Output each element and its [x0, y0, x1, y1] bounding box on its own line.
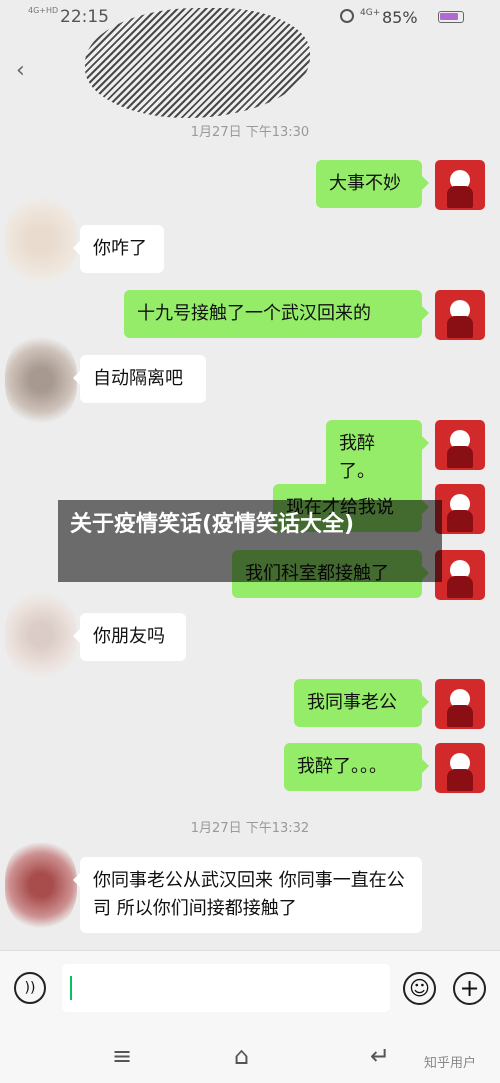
emoji-icon[interactable]: ☺	[403, 972, 436, 1005]
voice-icon[interactable]: ))	[14, 972, 46, 1004]
timestamp: 1月27日 下午13:30	[190, 125, 310, 140]
contact-avatar[interactable]	[5, 590, 77, 680]
my-avatar[interactable]	[435, 484, 485, 534]
return-icon[interactable]: ↵	[370, 1042, 390, 1070]
my-avatar[interactable]	[435, 420, 485, 470]
my-avatar[interactable]	[435, 679, 485, 729]
my-avatar[interactable]	[435, 550, 485, 600]
battery-percentage: 85%	[382, 8, 418, 27]
network-indicator-right: 4G+	[360, 8, 381, 18]
my-avatar[interactable]	[435, 290, 485, 340]
message-bubble-sent[interactable]: 我醉了。。。	[284, 743, 429, 791]
message-bubble-sent[interactable]: 我同事老公	[294, 679, 429, 727]
alarm-icon	[340, 9, 354, 23]
article-title: 关于疫情笑话(疫情笑话大全)	[70, 512, 355, 537]
message-bubble-sent[interactable]: 大事不妙	[316, 160, 429, 208]
message-bubble-received[interactable]: 你朋友吗	[73, 613, 186, 661]
timestamp: 1月27日 下午13:32	[190, 821, 310, 836]
message-bubble-received[interactable]: 你咋了	[73, 225, 164, 273]
battery-icon	[438, 11, 464, 23]
message-bubble-sent[interactable]: 十九号接触了一个武汉回来的	[124, 290, 429, 338]
text-cursor	[70, 976, 72, 1000]
my-avatar[interactable]	[435, 743, 485, 793]
message-bubble-received[interactable]: 你同事老公从武汉回来 你同事一直在公司 所以你们间接都接触了	[73, 857, 422, 933]
menu-icon[interactable]: ≡	[112, 1042, 132, 1070]
contact-avatar[interactable]	[5, 195, 77, 285]
contact-avatar[interactable]	[5, 335, 77, 425]
chevron-left-icon[interactable]: ‹	[16, 58, 25, 83]
watermark: 知乎用户	[424, 1056, 477, 1071]
redaction-scribble	[85, 8, 310, 118]
home-icon[interactable]: ⌂	[234, 1042, 249, 1070]
plus-icon[interactable]: +	[453, 972, 486, 1005]
message-bubble-received[interactable]: 自动隔离吧	[73, 355, 206, 403]
message-input[interactable]	[62, 964, 390, 1012]
my-avatar[interactable]	[435, 160, 485, 210]
status-time: 22:15	[60, 7, 109, 27]
contact-avatar[interactable]	[5, 840, 77, 930]
network-indicator-left: 4G+HD	[28, 6, 59, 15]
